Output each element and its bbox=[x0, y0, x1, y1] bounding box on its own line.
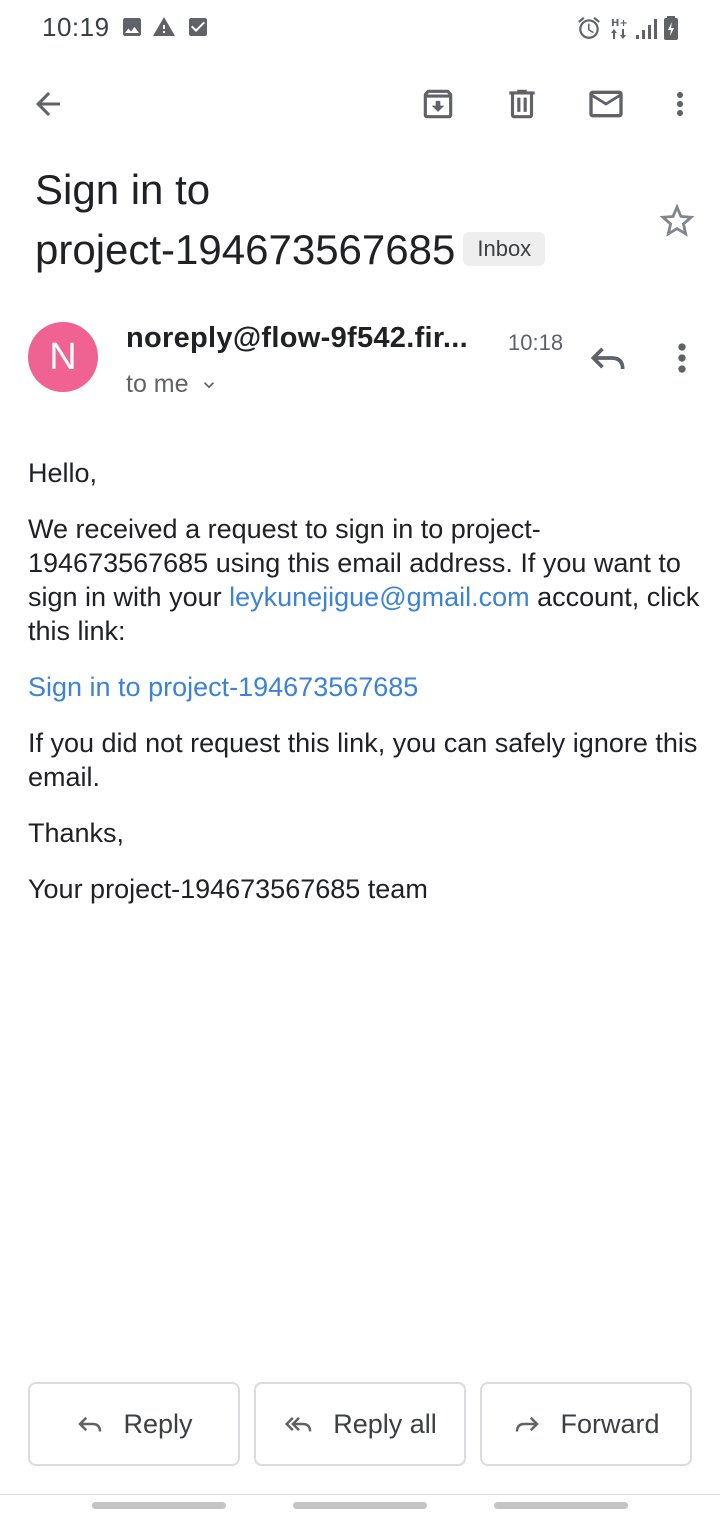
toolbar bbox=[0, 70, 720, 136]
archive-button[interactable] bbox=[416, 82, 460, 126]
body-paragraph-2: If you did not request this link, you ca… bbox=[28, 728, 698, 792]
subject-line-2: project-194673567685 Inbox bbox=[35, 220, 635, 280]
reply-all-icon bbox=[285, 1416, 312, 1432]
reply-all-button[interactable]: Reply all bbox=[254, 1382, 466, 1466]
subject-line-1: Sign in to bbox=[35, 166, 211, 213]
reply-icon[interactable] bbox=[586, 336, 630, 380]
status-time: 10:19 bbox=[42, 12, 110, 42]
sender-avatar[interactable]: N bbox=[28, 322, 98, 392]
nav-divider bbox=[0, 1494, 720, 1495]
nav-recents-button[interactable] bbox=[92, 1502, 226, 1509]
reply-button[interactable]: Reply bbox=[28, 1382, 240, 1466]
reply-icon bbox=[78, 1416, 102, 1432]
email-subject: Sign in to project-194673567685 Inbox bbox=[35, 160, 635, 280]
back-button[interactable] bbox=[26, 82, 70, 126]
subject-project: project-194673567685 bbox=[35, 226, 456, 273]
arrow-left-icon bbox=[36, 92, 60, 116]
signal-icon bbox=[636, 19, 657, 39]
delete-button[interactable] bbox=[500, 82, 544, 126]
nav-back-button[interactable] bbox=[494, 1502, 628, 1509]
email-body: Hello, We received a request to sign in … bbox=[28, 456, 700, 928]
status-bar: 10:19 H+ bbox=[0, 0, 720, 56]
battery-icon bbox=[664, 16, 678, 40]
archive-icon bbox=[423, 89, 453, 119]
recipient-details-toggle[interactable]: to me bbox=[126, 370, 219, 399]
trash-icon bbox=[509, 89, 535, 119]
more-vert-icon bbox=[677, 92, 683, 116]
mark-unread-button[interactable] bbox=[584, 82, 628, 126]
reply-label: Reply bbox=[123, 1408, 193, 1439]
sender-more-icon[interactable] bbox=[660, 336, 704, 380]
forward-icon bbox=[516, 1416, 540, 1432]
greeting: Hello, bbox=[28, 458, 98, 488]
data-icon: H+ bbox=[611, 18, 628, 39]
thanks-text: Thanks, bbox=[28, 818, 125, 848]
email-address-link[interactable]: leykunejigue@gmail.com bbox=[229, 582, 530, 612]
inbox-label-chip[interactable]: Inbox bbox=[463, 231, 546, 266]
svg-text:H+: H+ bbox=[611, 18, 628, 29]
body-paragraph-1: We received a request to sign in to proj… bbox=[28, 512, 700, 648]
sender-name[interactable]: noreply@flow-9f542.fir... bbox=[126, 322, 468, 355]
forward-label: Forward bbox=[560, 1408, 660, 1439]
sign-in-link[interactable]: Sign in to project-194673567685 bbox=[28, 672, 418, 702]
warning-icon bbox=[153, 17, 175, 36]
chevron-down-icon bbox=[203, 381, 214, 388]
reply-all-label: Reply all bbox=[333, 1408, 437, 1439]
alarm-icon bbox=[578, 16, 600, 39]
star-icon[interactable] bbox=[656, 200, 698, 242]
more-options-button[interactable] bbox=[658, 82, 702, 126]
recipient-label: to me bbox=[126, 370, 189, 398]
checkbox-icon bbox=[189, 18, 207, 36]
sender-time: 10:18 bbox=[508, 330, 564, 355]
mail-icon bbox=[589, 90, 623, 118]
image-icon bbox=[123, 18, 141, 36]
nav-home-button[interactable] bbox=[293, 1502, 427, 1509]
signature-text: Your project-194673567685 team bbox=[28, 874, 428, 904]
forward-button[interactable]: Forward bbox=[480, 1382, 692, 1466]
